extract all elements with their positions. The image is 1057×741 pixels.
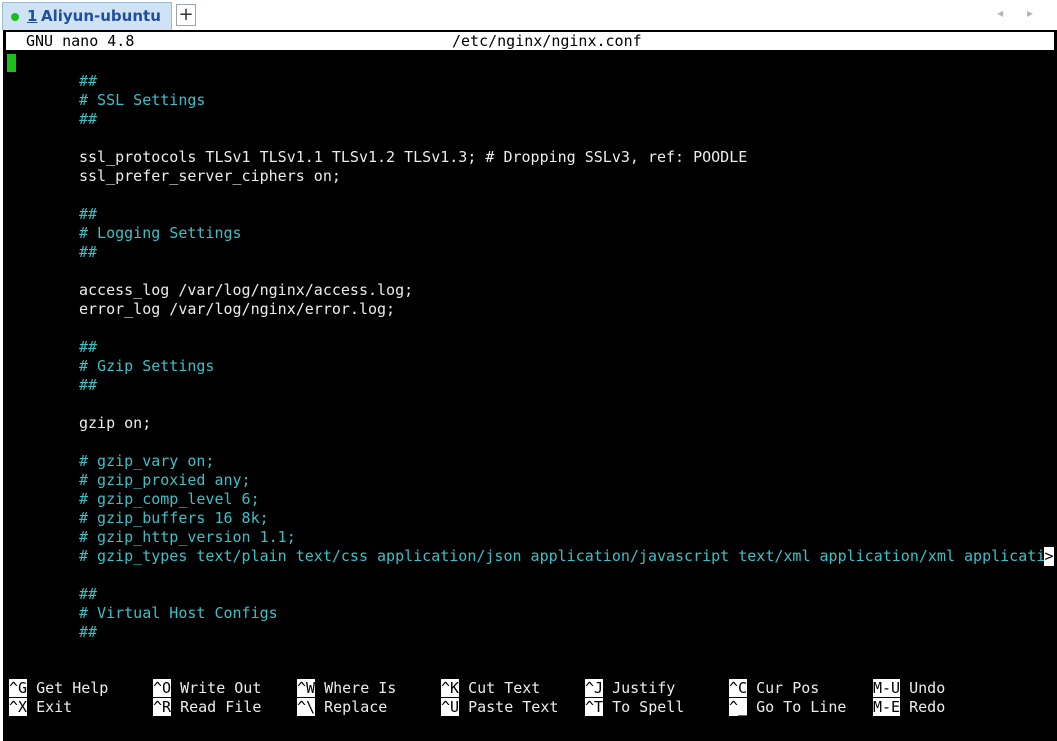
shortcut-undo: M-U Undo	[873, 679, 1013, 698]
shortcut-label: Write Out	[180, 679, 262, 697]
shortcut-label: Justify	[612, 679, 676, 697]
shortcut-where-is: ^W Where Is	[297, 679, 437, 698]
editor-text-area[interactable]: ## # SSL Settings ## ssl_protocols TLSv1 TL…	[79, 72, 1045, 642]
code-line: gzip on;	[79, 414, 152, 432]
comment-line: # gzip_comp_level 6;	[79, 490, 260, 508]
shortcut-label: Get Help	[36, 679, 109, 697]
tab-title: Aliyun-ubuntu	[41, 7, 161, 25]
comment-line: ##	[79, 338, 98, 356]
shortcut-label: Cut Text	[468, 679, 541, 697]
shortcut-key: M-U	[873, 679, 901, 697]
comment-line: ##	[79, 376, 98, 394]
comment-line: # SSL Settings	[79, 91, 206, 109]
file-name: /etc/nginx/nginx.conf	[452, 32, 642, 50]
shortcut-label: Replace	[324, 698, 388, 716]
shortcut-redo: M-E Redo	[873, 698, 1013, 717]
comment-line: ##	[79, 243, 98, 261]
shortcut-label: Where Is	[324, 679, 397, 697]
shortcut-key: ^C	[729, 679, 748, 697]
terminal-window[interactable]: GNU nano 4.8 /etc/nginx/nginx.conf ## # S…	[3, 30, 1057, 741]
shortcut-key: ^X	[9, 698, 28, 716]
shortcut-go-to-line: ^_ Go To Line	[729, 698, 869, 717]
shortcut-key: ^T	[585, 698, 604, 716]
shortcut-key: ^G	[9, 679, 28, 697]
shortcut-key: M-E	[873, 698, 901, 716]
shortcut-label: To Spell	[612, 698, 685, 716]
comment-line: ##	[79, 585, 98, 603]
shortcut-paste-text: ^U Paste Text	[441, 698, 581, 717]
code-line: error_log /var/log/nginx/error.log;	[79, 300, 396, 318]
shortcut-label: Cur Pos	[756, 679, 820, 697]
shortcut-write-out: ^O Write Out	[153, 679, 293, 698]
tab-number: 1	[27, 7, 38, 25]
connection-status-icon	[11, 13, 19, 21]
code-line: ssl_protocols TLSv1 TLSv1.1 TLSv1.2 TLSv…	[79, 148, 748, 166]
comment-line: # Gzip Settings	[79, 357, 215, 375]
shortcut-label: Redo	[909, 698, 946, 716]
tab-scroll-arrows-icon[interactable]: ◂ ▸	[997, 6, 1043, 20]
shortcut-label: Read File	[180, 698, 262, 716]
comment-line: # Logging Settings	[79, 224, 242, 242]
shortcut-key: ^O	[153, 679, 172, 697]
comment-line: # gzip_buffers 16 8k;	[79, 509, 269, 527]
app-version: GNU nano 4.8	[26, 32, 135, 50]
text-cursor	[7, 54, 16, 72]
comment-line: ##	[79, 623, 98, 641]
comment-line: ##	[79, 110, 98, 128]
shortcut-label: Paste Text	[468, 698, 559, 716]
comment-line: ##	[79, 72, 98, 90]
shortcut-label: Go To Line	[756, 698, 847, 716]
shortcut-key: ^J	[585, 679, 604, 697]
tab-aliyun-ubuntu[interactable]: 1 Aliyun-ubuntu	[2, 2, 172, 30]
comment-line: ##	[79, 205, 98, 223]
code-line: access_log /var/log/nginx/access.log;	[79, 281, 414, 299]
shortcut-cur-pos: ^C Cur Pos	[729, 679, 869, 698]
comment-line: # gzip_types text/plain text/css applica…	[79, 547, 1046, 565]
shortcut-key: ^K	[441, 679, 460, 697]
comment-line: # gzip_proxied any;	[79, 471, 251, 489]
shortcut-key: ^U	[441, 698, 460, 716]
comment-line: # Virtual Host Configs	[79, 604, 278, 622]
shortcut-justify: ^J Justify	[585, 679, 725, 698]
shortcut-key: ^R	[153, 698, 172, 716]
shortcut-get-help: ^G Get Help	[9, 679, 149, 698]
line-truncation-marker: >	[1044, 547, 1054, 566]
comment-line: # gzip_http_version 1.1;	[79, 528, 296, 546]
shortcut-to-spell: ^T To Spell	[585, 698, 725, 717]
shortcut-key: ^W	[297, 679, 316, 697]
shortcut-cut-text: ^K Cut Text	[441, 679, 581, 698]
code-line: ssl_prefer_server_ciphers on;	[79, 167, 341, 185]
new-tab-button[interactable]: +	[176, 4, 196, 26]
shortcut-read-file: ^R Read File	[153, 698, 293, 717]
shortcut-key: ^\	[297, 698, 316, 716]
shortcut-label: Exit	[36, 698, 73, 716]
nano-title-bar: GNU nano 4.8 /etc/nginx/nginx.conf	[6, 32, 1054, 50]
shortcut-label: Undo	[909, 679, 946, 697]
comment-line: # gzip_vary on;	[79, 452, 215, 470]
tab-bar: 1 Aliyun-ubuntu + ◂ ▸	[0, 0, 1057, 30]
shortcut-key: ^_	[729, 698, 748, 716]
shortcut-replace: ^\ Replace	[297, 698, 437, 717]
shortcut-exit: ^X Exit	[9, 698, 149, 717]
